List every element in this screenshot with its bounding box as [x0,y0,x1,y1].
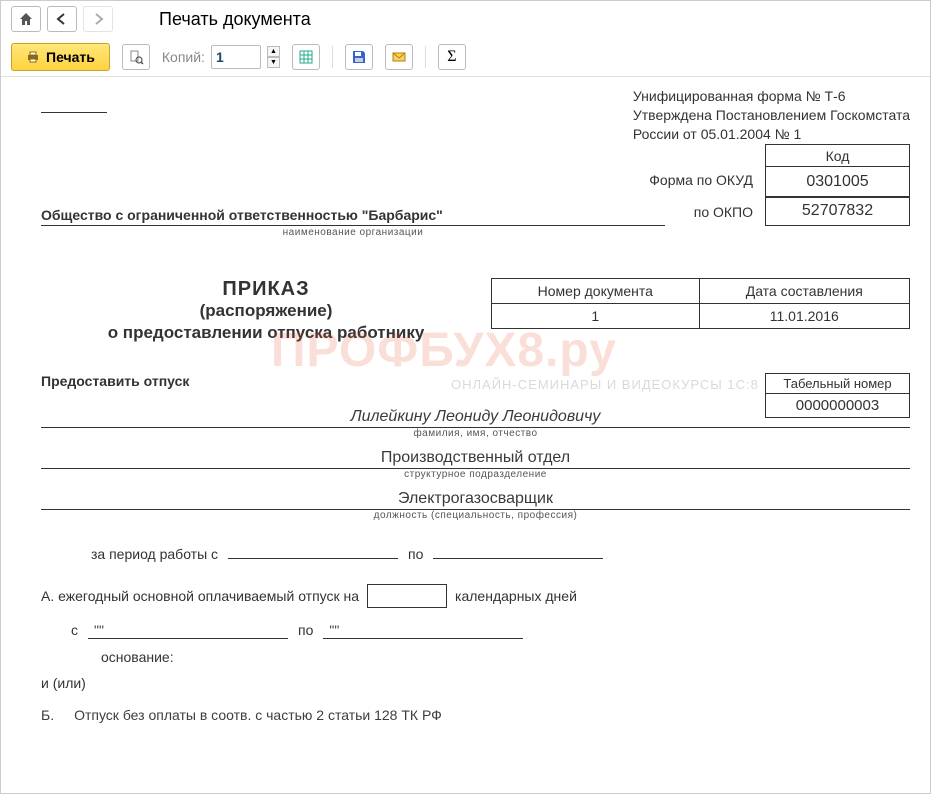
form-line-1: Унифицированная форма № Т-6 [633,87,910,106]
form-line-3: России от 05.01.2004 № 1 [633,125,910,144]
doc-date-header: Дата составления [699,278,909,303]
tabnum-value: 0000000003 [766,394,909,417]
toolbar-divider-2 [425,46,426,68]
floppy-icon [351,49,367,65]
date-from-label: с [71,622,78,638]
save-button[interactable] [345,44,373,70]
department-value: Производственный отдел [41,449,910,469]
copies-input[interactable]: 1 [211,45,261,69]
period-to-label: по [408,546,423,562]
days-count-box [367,584,447,608]
prikaz-subtitle: (распоряжение) [41,301,491,321]
doc-date-value: 11.01.2016 [699,303,909,328]
copies-label: Копий: [162,49,205,65]
printer-icon [26,50,40,64]
fio-caption: фамилия, имя, отчество [41,428,910,439]
date-to-field: "" [323,622,523,639]
tabnum-header: Табельный номер [766,374,909,394]
form-info-block: Унифицированная форма № Т-6 Утверждена П… [633,87,910,144]
organization-name: Общество с ограниченной ответственностью… [41,207,665,226]
copies-spin-down[interactable]: ▼ [267,57,280,68]
number-date-table: Номер документа Дата составления 1 11.01… [491,278,910,329]
okpo-label: по ОКПО [665,204,765,226]
arrow-left-icon [55,12,69,26]
code-header: Код [766,145,909,167]
sum-button[interactable]: Σ [438,44,466,70]
print-button-label: Печать [46,49,95,65]
okud-label: Форма по ОКУД [610,168,765,188]
prikaz-subject: о предоставлении отпуска работнику [41,323,491,343]
nav-back-button[interactable] [47,6,77,32]
page-title: Печать документа [159,9,311,30]
doc-number-header: Номер документа [492,278,700,303]
period-label: за период работы с [91,546,218,562]
period-from-field [228,539,398,559]
preview-button[interactable] [122,44,150,70]
form-line-2: Утверждена Постановлением Госкомстата [633,106,910,125]
position-value: Электрогазосварщик [41,490,910,510]
copies-spin-up[interactable]: ▲ [267,46,280,57]
doc-number-value: 1 [492,303,700,328]
copies-value: 1 [216,49,256,65]
section-b-text: Отпуск без оплаты в соотв. с частью 2 ст… [74,707,442,723]
okpo-value: 52707832 [765,196,910,226]
nav-forward-button [83,6,113,32]
grant-leave-label: Предоставить отпуск [41,373,241,389]
organization-caption: наименование организации [41,227,665,238]
calendar-days-label: календарных дней [455,588,577,604]
section-b-marker: Б. [41,707,54,723]
home-icon [18,11,34,27]
prikaz-title: ПРИКАЗ [41,278,491,301]
home-button[interactable] [11,6,41,32]
department-caption: структурное подразделение [41,469,910,480]
print-button[interactable]: Печать [11,43,110,71]
sigma-icon: Σ [447,48,456,66]
position-caption: должность (специальность, профессия) [41,510,910,521]
email-button[interactable] [385,44,413,70]
document-magnify-icon [128,49,144,65]
section-a-label: А. ежегодный основной оплачиваемый отпус… [41,588,359,604]
toolbar-divider [332,46,333,68]
basis-label: основание: [41,649,910,665]
date-to-label: по [298,622,313,638]
spreadsheet-icon [298,49,314,65]
period-to-field [433,539,603,559]
toolbar-sheet-button[interactable] [292,44,320,70]
arrow-right-icon [91,12,105,26]
and-or-label: и (или) [41,675,910,691]
date-from-field: "" [88,622,288,639]
header-blank-cell [41,87,107,113]
envelope-icon [391,49,407,65]
